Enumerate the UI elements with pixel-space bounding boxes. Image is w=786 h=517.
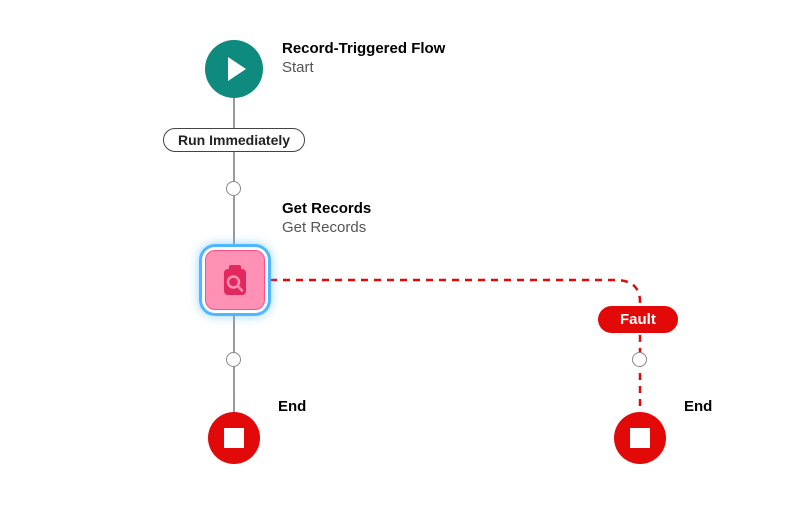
fault-label: Fault — [620, 311, 656, 328]
data-lookup-icon — [218, 263, 252, 297]
get-records-label: Get Records Get Records — [282, 200, 371, 238]
play-icon — [228, 57, 246, 81]
get-records-subtitle: Get Records — [282, 219, 371, 238]
run-immediately-pill[interactable]: Run Immediately — [163, 128, 305, 152]
start-node[interactable] — [205, 40, 263, 98]
flow-canvas: Record-Triggered Flow Start Run Immediat… — [0, 0, 786, 517]
end-node-fault[interactable] — [614, 412, 666, 464]
fault-pill[interactable]: Fault — [598, 306, 678, 333]
connectors-layer — [0, 0, 786, 517]
get-records-node[interactable] — [205, 250, 265, 310]
get-records-title: Get Records — [282, 200, 371, 219]
add-element-dot-fault[interactable] — [632, 352, 647, 367]
add-element-dot-1[interactable] — [226, 181, 241, 196]
run-immediately-label: Run Immediately — [178, 132, 290, 148]
end-label-fault: End — [684, 398, 712, 415]
end-node-main[interactable] — [208, 412, 260, 464]
start-title: Record-Triggered Flow — [282, 40, 445, 59]
end-label-main: End — [278, 398, 306, 415]
stop-icon — [630, 428, 650, 448]
add-element-dot-2[interactable] — [226, 352, 241, 367]
stop-icon — [224, 428, 244, 448]
start-subtitle: Start — [282, 59, 445, 78]
start-label: Record-Triggered Flow Start — [282, 40, 445, 78]
